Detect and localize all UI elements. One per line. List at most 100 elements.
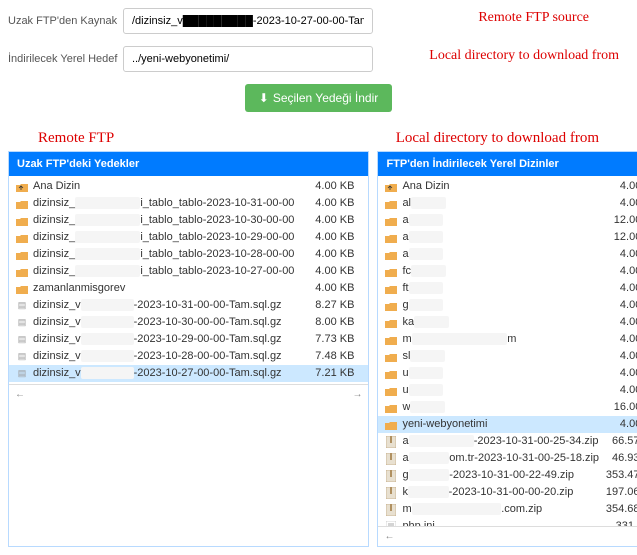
file-name: Ana Dizin — [33, 179, 294, 194]
folder-icon — [384, 419, 398, 431]
file-name: zamanlanmisgorev — [33, 281, 294, 296]
file-row[interactable]: a 4.00 KB — [378, 246, 637, 263]
file-size: 66.57 MB — [599, 434, 637, 449]
file-size: 4.00 KB — [599, 332, 637, 347]
remote-panel: Uzak FTP'deki Yedekler Ana Dizin4.00 KBd… — [8, 151, 369, 547]
zip-icon — [384, 504, 398, 516]
remote-file-list[interactable]: Ana Dizin4.00 KBdizinsiz_ i_tablo_tablo-… — [9, 176, 368, 384]
file-row[interactable]: dizinsiz_ i_tablo_tablo-2023-10-30-00-00… — [9, 212, 368, 229]
file-row[interactable]: fc 4.00 KB — [378, 263, 637, 280]
file-row[interactable]: yeni-webyonetimi4.00 KB — [378, 416, 637, 433]
file-size: 4.00 KB — [599, 383, 637, 398]
file-size: 7.48 KB — [294, 349, 362, 364]
file-row[interactable]: Ana Dizin4.00 KB — [9, 178, 368, 195]
file-row[interactable]: dizinsiz_ i_tablo_tablo-2023-10-29-00-00… — [9, 229, 368, 246]
file-size: 353.47 MB — [599, 468, 637, 483]
target-input[interactable] — [123, 46, 373, 72]
file-name: dizinsiz_v -2023-10-27-00-00-Tam.sql.gz — [33, 366, 294, 381]
file-size: 4.00 KB — [599, 417, 637, 432]
file-row[interactable]: sl 4.00 KB — [378, 348, 637, 365]
file-size: 16.00 KB — [599, 400, 637, 415]
file-row[interactable]: php.ini331 Bayt — [378, 518, 637, 526]
folder-icon — [384, 317, 398, 329]
file-size: 197.06 MB — [599, 485, 637, 500]
file-name: k -2023-10-31-00-00-20.zip — [402, 485, 599, 500]
file-row[interactable]: g 4.00 KB — [378, 297, 637, 314]
up-icon — [384, 181, 398, 193]
folder-icon — [384, 402, 398, 414]
sql-icon: ▤ — [15, 334, 29, 346]
file-name: m .com.zip — [402, 502, 599, 517]
file-size: 8.00 KB — [294, 315, 362, 330]
file-row[interactable]: ▤dizinsiz_v -2023-10-27-00-00-Tam.sql.gz… — [9, 365, 368, 382]
folder-icon — [384, 232, 398, 244]
file-name: al — [402, 196, 599, 211]
file-size: 4.00 KB — [294, 281, 362, 296]
file-row[interactable]: m .com.zip354.68 MB — [378, 501, 637, 518]
file-row[interactable]: ▤dizinsiz_v -2023-10-31-00-00-Tam.sql.gz… — [9, 297, 368, 314]
file-row[interactable]: ▤dizinsiz_v -2023-10-28-00-00-Tam.sql.gz… — [9, 348, 368, 365]
file-size: 46.93 MB — [599, 451, 637, 466]
file-row[interactable]: ▤dizinsiz_v -2023-10-29-00-00-Tam.sql.gz… — [9, 331, 368, 348]
file-row[interactable]: a 12.00 KB — [378, 212, 637, 229]
folder-icon — [384, 300, 398, 312]
folder-icon — [15, 198, 29, 210]
file-row[interactable]: m m4.00 KB — [378, 331, 637, 348]
file-row[interactable]: u 4.00 KB — [378, 382, 637, 399]
file-row[interactable]: w 16.00 KB — [378, 399, 637, 416]
folder-icon — [384, 368, 398, 380]
file-size: 4.00 KB — [294, 247, 362, 262]
file-row[interactable]: dizinsiz_ i_tablo_tablo-2023-10-31-00-00… — [9, 195, 368, 212]
zip-icon — [384, 470, 398, 482]
file-name: Ana Dizin — [402, 179, 599, 194]
file-row[interactable]: a om.tr-2023-10-31-00-25-18.zip46.93 MB — [378, 450, 637, 467]
nav-left-icon[interactable]: ← — [15, 389, 25, 400]
file-size: 331 Bayt — [599, 519, 637, 526]
nav-right-icon[interactable]: → — [352, 389, 362, 400]
nav-left-icon[interactable]: ← — [384, 531, 394, 542]
file-row[interactable]: zamanlanmisgorev4.00 KB — [9, 280, 368, 297]
zip-icon — [384, 487, 398, 499]
file-row[interactable]: dizinsiz_ i_tablo_tablo-2023-10-27-00-00… — [9, 263, 368, 280]
file-row[interactable]: k -2023-10-31-00-00-20.zip197.06 MB — [378, 484, 637, 501]
file-row[interactable]: Ana Dizin4.00 KB — [378, 178, 637, 195]
up-icon — [15, 181, 29, 193]
file-size: 4.00 KB — [599, 179, 637, 194]
file-size: 4.00 KB — [294, 196, 362, 211]
file-name: ft — [402, 281, 599, 296]
local-file-list[interactable]: Ana Dizin4.00 KBal 4.00 KBa 12.00 KBa 12… — [378, 176, 637, 526]
folder-icon — [384, 283, 398, 295]
folder-icon — [384, 334, 398, 346]
download-button[interactable]: ⬇Seçilen Yedeği İndir — [245, 84, 392, 112]
file-size: 12.00 KB — [599, 213, 637, 228]
file-row[interactable]: al 4.00 KB — [378, 195, 637, 212]
file-row[interactable]: ▤dizinsiz_v -2023-10-30-00-00-Tam.sql.gz… — [9, 314, 368, 331]
file-name: php.ini — [402, 519, 599, 526]
file-row[interactable]: g -2023-10-31-00-22-49.zip353.47 MB — [378, 467, 637, 484]
local-section-label: Local directory to download from — [396, 130, 599, 147]
target-label: İndirilecek Yerel Hedef — [8, 53, 123, 65]
file-size: 4.00 KB — [599, 315, 637, 330]
file-row[interactable]: a 12.00 KB — [378, 229, 637, 246]
folder-icon — [384, 351, 398, 363]
file-size: 4.00 KB — [599, 349, 637, 364]
source-annotation: Remote FTP source — [478, 10, 589, 26]
source-input[interactable] — [123, 8, 373, 34]
file-name: dizinsiz_v -2023-10-31-00-00-Tam.sql.gz — [33, 298, 294, 313]
file-size: 4.00 KB — [599, 247, 637, 262]
file-row[interactable]: a -2023-10-31-00-25-34.zip66.57 MB — [378, 433, 637, 450]
file-row[interactable]: u 4.00 KB — [378, 365, 637, 382]
folder-icon — [384, 249, 398, 261]
sql-icon: ▤ — [15, 351, 29, 363]
file-name: a — [402, 213, 599, 228]
folder-icon — [384, 198, 398, 210]
file-row[interactable]: ka 4.00 KB — [378, 314, 637, 331]
file-name: a — [402, 247, 599, 262]
zip-icon — [384, 453, 398, 465]
file-name: dizinsiz_ i_tablo_tablo-2023-10-31-00-00 — [33, 196, 294, 211]
file-name: a -2023-10-31-00-25-34.zip — [402, 434, 599, 449]
file-row[interactable]: ft 4.00 KB — [378, 280, 637, 297]
file-size: 4.00 KB — [599, 264, 637, 279]
file-row[interactable]: dizinsiz_ i_tablo_tablo-2023-10-28-00-00… — [9, 246, 368, 263]
folder-icon — [15, 283, 29, 295]
